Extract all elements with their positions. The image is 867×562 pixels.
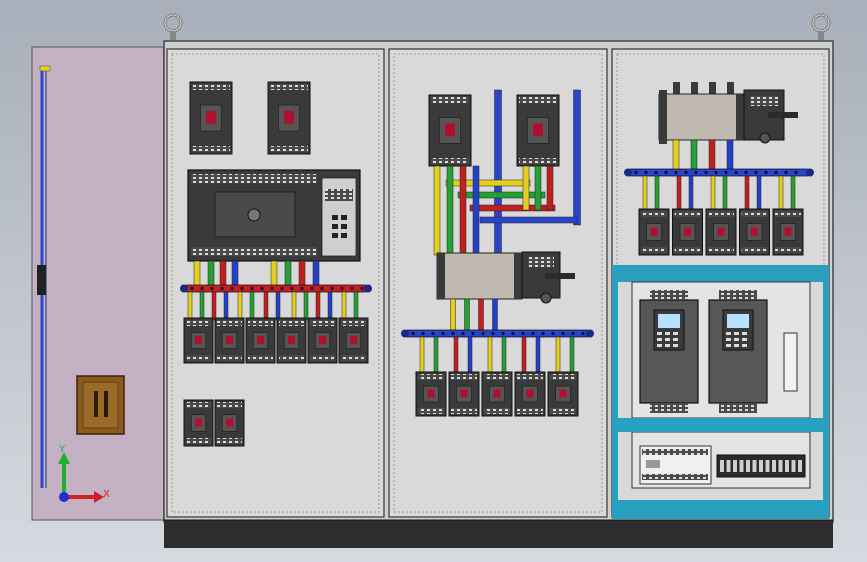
feeder-breaker-left-4[interactable] (276, 317, 307, 364)
main-breaker-left-2[interactable] (267, 81, 311, 155)
feeder-breaker-left-5[interactable] (307, 317, 338, 364)
feeder-breaker-right-4[interactable] (739, 208, 770, 256)
feeder-breaker-left-3[interactable] (245, 317, 276, 364)
vfd-drive-1[interactable] (639, 290, 699, 413)
feeder-breaker-mid-3[interactable] (481, 371, 513, 417)
main-breaker-mid-1[interactable] (428, 94, 472, 167)
feeder-breaker-mid-5[interactable] (547, 371, 579, 417)
feeder-breaker-right-5[interactable] (772, 208, 804, 256)
feeder-breaker-right-1[interactable] (638, 208, 670, 256)
cabinet-door-open[interactable] (31, 46, 167, 521)
feeder-breaker-mid-2[interactable] (448, 371, 480, 417)
isolator-switch-mid[interactable] (436, 251, 575, 304)
feeder-breaker-mid-4[interactable] (514, 371, 546, 417)
door-handle-lever[interactable] (76, 375, 125, 435)
feeder-breaker-mid-1[interactable] (415, 371, 447, 417)
cad-viewport[interactable]: Y X (0, 0, 867, 562)
main-breaker-left-1[interactable] (189, 81, 233, 155)
feeder-breaker-left-2[interactable] (214, 317, 245, 364)
terminal-strip[interactable] (716, 454, 806, 478)
terminal-relay (783, 332, 798, 392)
isolator-switch-right[interactable] (658, 89, 798, 144)
main-breaker-mid-2[interactable] (516, 94, 560, 167)
x-axis-label: X (103, 489, 110, 500)
feeder-breaker-left-1[interactable] (183, 317, 214, 364)
feeder-breaker-left-6[interactable] (338, 317, 369, 364)
transfer-switch-unit[interactable] (187, 169, 361, 262)
plc-module[interactable] (639, 445, 712, 485)
feeder-breaker-right-3[interactable] (705, 208, 737, 256)
feeder-breaker-right-2[interactable] (672, 208, 703, 256)
spare-breaker-left-1[interactable] (183, 399, 214, 447)
vfd-drive-2[interactable] (708, 290, 768, 413)
y-axis-label: Y (58, 444, 66, 455)
spare-breaker-left-2[interactable] (214, 399, 245, 447)
